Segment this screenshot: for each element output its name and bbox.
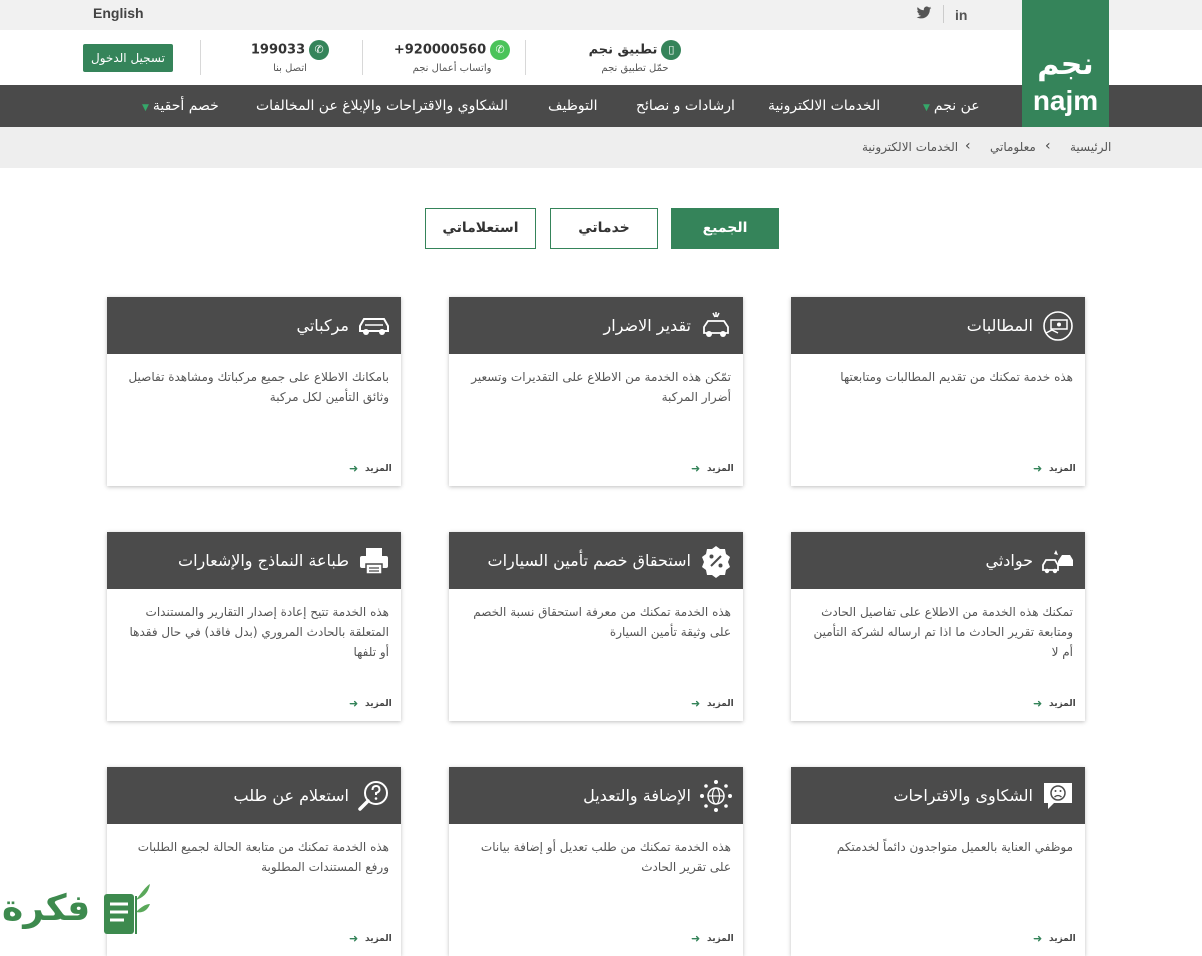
card-title: استحقاق خصم تأمين السيارات: [487, 551, 692, 570]
filter-tab-services[interactable]: خدماتي: [550, 208, 658, 249]
more-link[interactable]: المزيد: [707, 934, 734, 944]
card-description: هذه خدمة تمكنك من تقديم المطالبات ومتابع…: [840, 370, 1073, 384]
twitter-icon[interactable]: [916, 6, 932, 23]
arrow-left-icon: ➜: [349, 697, 359, 710]
percent-badge-icon: [699, 544, 733, 578]
breadcrumb-myinfo[interactable]: معلوماتي: [990, 140, 1036, 154]
car-crash-icon: [1041, 544, 1075, 578]
question-search-icon: [357, 779, 391, 813]
language-switch-link[interactable]: English: [93, 5, 144, 21]
more-link[interactable]: المزيد: [707, 699, 734, 709]
breadcrumb-current: الخدمات الالكترونية: [862, 140, 959, 154]
filter-tab-inquiries[interactable]: استعلاماتي: [425, 208, 536, 249]
service-card-my-vehicles[interactable]: مركباتي بامكانك الاطلاع على جميع مركباتك…: [107, 297, 401, 486]
more-link[interactable]: المزيد: [1049, 464, 1076, 474]
filter-tab-all[interactable]: الجميع: [671, 208, 779, 249]
service-card-insurance-discount[interactable]: استحقاق خصم تأمين السيارات هذه الخدمة تم…: [449, 532, 743, 721]
arrow-left-icon: ➜: [691, 462, 701, 475]
header-divider: [200, 40, 201, 75]
mobile-icon: ▯: [661, 40, 682, 60]
nav-item-about[interactable]: عن نجم▼: [919, 85, 980, 127]
header-divider: [525, 40, 526, 75]
service-card-my-accidents[interactable]: حوادثي تمكنك هذه الخدمة من الاطلاع على ت…: [791, 532, 1085, 721]
nav-item-eservices[interactable]: الخدمات الالكترونية: [768, 85, 880, 127]
social-divider: [943, 5, 944, 23]
phone-icon: ✆: [309, 40, 330, 60]
chevron-left-icon: ‹: [1045, 138, 1051, 154]
card-description: هذه الخدمة تمكنك من معرفة استحقاق نسبة ا…: [473, 605, 731, 639]
card-description: بامكانك الاطلاع على جميع مركباتك ومشاهدة…: [128, 370, 389, 404]
service-card-complaints[interactable]: الشكاوى والاقتراحات موظفي العناية بالعمي…: [791, 767, 1085, 956]
card-description: هذه الخدمة تمكنك من متابعة الحالة لجميع …: [137, 840, 389, 874]
card-description: هذه الخدمة تتيح إعادة إصدار التقارير وال…: [129, 605, 389, 659]
card-title: الإضافة والتعديل: [583, 786, 691, 805]
najm-logo[interactable]: نجم najm: [1022, 0, 1109, 127]
damaged-car-icon: [699, 309, 733, 343]
more-link[interactable]: المزيد: [707, 464, 734, 474]
card-description: تمكنك هذه الخدمة من الاطلاع على تفاصيل ا…: [813, 605, 1073, 659]
more-link[interactable]: المزيد: [1049, 699, 1076, 709]
sad-face-chat-icon: [1041, 779, 1075, 813]
nav-item-discount[interactable]: خصم أحقية▼: [138, 85, 219, 127]
whatsapp-icon: ✆: [490, 40, 511, 60]
service-card-add-edit[interactable]: الإضافة والتعديل هذه الخدمة تمكنك من طلب…: [449, 767, 743, 956]
chevron-down-icon: ▼: [142, 103, 149, 113]
network-globe-icon: [699, 779, 733, 813]
card-description: موظفي العناية بالعميل متواجدون دائماً لخ…: [836, 840, 1073, 854]
book-leaf-icon: [104, 884, 150, 934]
nav-item-guidance[interactable]: ارشادات و نصائح: [636, 85, 735, 127]
more-link[interactable]: المزيد: [365, 934, 392, 944]
money-claim-icon: [1041, 309, 1075, 343]
service-card-print-forms[interactable]: طباعة النماذج والإشعارات هذه الخدمة تتيح…: [107, 532, 401, 721]
arrow-left-icon: ➜: [691, 697, 701, 710]
card-title: حوادثي: [985, 551, 1033, 570]
login-button[interactable]: تسجيل الدخول: [83, 44, 173, 72]
more-link[interactable]: المزيد: [365, 699, 392, 709]
arrow-left-icon: ➜: [349, 932, 359, 945]
arrow-left-icon: ➜: [1033, 462, 1043, 475]
arrow-left-icon: ➜: [691, 932, 701, 945]
nav-item-careers[interactable]: التوظيف: [548, 85, 597, 127]
card-title: الشكاوى والاقتراحات: [893, 786, 1033, 805]
chevron-left-icon: ‹: [965, 138, 971, 154]
header-divider: [362, 40, 363, 75]
service-card-claims[interactable]: المطالبات هذه خدمة تمكنك من تقديم المطال…: [791, 297, 1085, 486]
arrow-left-icon: ➜: [349, 462, 359, 475]
breadcrumb: الرئيسية ‹ معلوماتي ‹ الخدمات الالكتروني…: [0, 127, 1202, 168]
card-description: تمّكن هذه الخدمة من الاطلاع على التقديرا…: [471, 370, 731, 404]
more-link[interactable]: المزيد: [365, 464, 392, 474]
arrow-left-icon: ➜: [1033, 697, 1043, 710]
nav-item-complaints[interactable]: الشكاوي والاقتراحات والإبلاغ عن المخالفا…: [256, 85, 508, 127]
arrow-left-icon: ➜: [1033, 932, 1043, 945]
contact-whatsapp[interactable]: ✆+920000560 واتساب أعمال نجم: [392, 40, 512, 74]
breadcrumb-home[interactable]: الرئيسية: [1070, 140, 1111, 154]
card-title: مركباتي: [296, 316, 349, 335]
watermark-logo: فكرة: [0, 880, 160, 941]
contact-phone[interactable]: ✆199033 اتصل بنا: [240, 40, 340, 74]
card-title: استعلام عن طلب: [233, 786, 350, 805]
contact-app[interactable]: ▯تطبيق نجم حمّل تطبيق نجم: [580, 40, 690, 74]
car-icon: [357, 309, 391, 343]
service-card-damage-estimate[interactable]: تقدير الاضرار تمّكن هذه الخدمة من الاطلا…: [449, 297, 743, 486]
card-description: هذه الخدمة تمكنك من طلب تعديل أو إضافة ب…: [480, 840, 731, 874]
printer-icon: [357, 544, 391, 578]
chevron-down-icon: ▼: [923, 103, 930, 113]
card-title: تقدير الاضرار: [603, 316, 691, 335]
card-title: طباعة النماذج والإشعارات: [178, 551, 349, 570]
card-title: المطالبات: [966, 316, 1033, 335]
linkedin-icon[interactable]: in: [955, 7, 967, 23]
more-link[interactable]: المزيد: [1049, 934, 1076, 944]
